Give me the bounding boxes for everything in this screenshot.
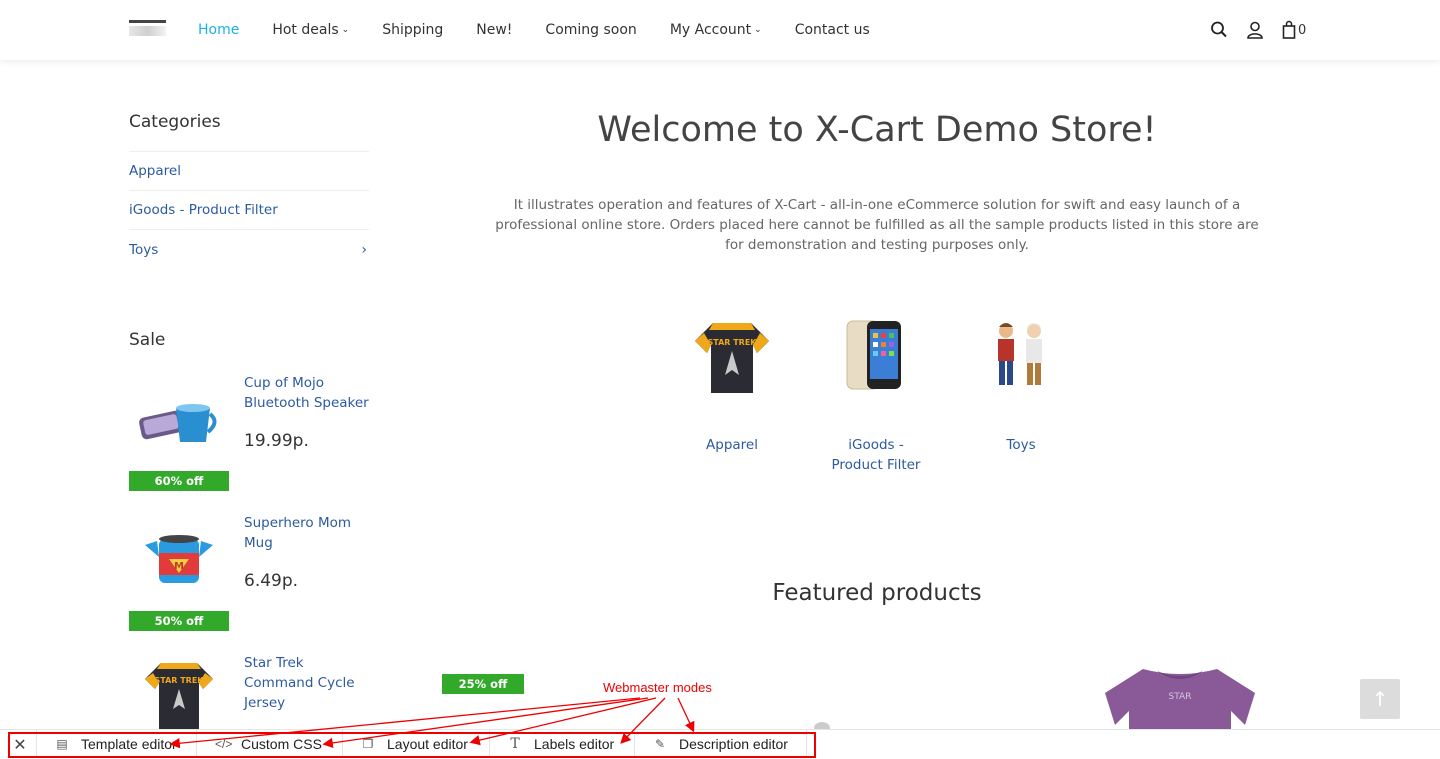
template-icon: ▤ bbox=[56, 737, 68, 751]
annotation-label: Webmaster modes bbox=[603, 680, 712, 695]
product-image[interactable] bbox=[129, 373, 229, 471]
nav-my-account[interactable]: My Account ⌄ bbox=[670, 20, 762, 42]
edit-icon: ✎ bbox=[654, 737, 666, 751]
button-label: Layout editor bbox=[387, 736, 468, 752]
category-image[interactable] bbox=[826, 305, 926, 405]
template-editor-button[interactable]: ▤ Template editor bbox=[36, 730, 177, 758]
categories-title: Categories bbox=[129, 112, 369, 152]
category-igoods[interactable]: iGoods - Product Filter bbox=[129, 191, 369, 230]
product-name-link[interactable]: Superhero Mom Mug bbox=[244, 513, 374, 553]
category-label: iGoods - Product Filter bbox=[129, 202, 278, 218]
sale-product: 60% off Cup of Mojo Bluetooth Speaker 19… bbox=[129, 373, 369, 503]
page-title: Welcome to X-Cart Demo Store! bbox=[597, 110, 1157, 150]
account-icon[interactable] bbox=[1246, 20, 1264, 40]
arrow-up-icon: ↑ bbox=[1371, 687, 1389, 711]
chevron-down-icon: ⌄ bbox=[754, 25, 762, 35]
category-toys[interactable]: Toys › bbox=[129, 230, 369, 269]
category-image[interactable] bbox=[971, 305, 1071, 405]
category-label: Apparel bbox=[129, 163, 181, 179]
nav-contact-us[interactable]: Contact us bbox=[795, 20, 870, 42]
close-icon[interactable]: ✕ bbox=[10, 735, 30, 755]
sale-product: STAR TREK Star Trek Command Cycle Jersey bbox=[129, 653, 369, 729]
discount-badge: 25% off bbox=[442, 674, 524, 694]
nav-coming-soon[interactable]: Coming soon bbox=[545, 20, 636, 42]
text-icon: T bbox=[510, 736, 520, 752]
product-price: 6.49р. bbox=[244, 571, 299, 591]
categories-block: Categories Apparel iGoods - Product Filt… bbox=[129, 112, 369, 269]
sale-product: M 50% off Superhero Mom Mug 6.49р. bbox=[129, 513, 369, 643]
category-tile-toys[interactable]: Toys bbox=[971, 305, 1071, 455]
svg-text:STAR TREK: STAR TREK bbox=[707, 338, 757, 347]
header-icons: 0 bbox=[1210, 20, 1306, 40]
nav-hot-deals[interactable]: Hot deals ⌄ bbox=[272, 20, 349, 42]
category-tile-apparel[interactable]: STAR TREK Apparel bbox=[682, 305, 782, 455]
main-nav: Home Hot deals ⌄ Shipping New! Coming soo… bbox=[198, 20, 903, 42]
chevron-down-icon: ⌄ bbox=[341, 25, 350, 35]
custom-css-button[interactable]: </> Custom CSS bbox=[196, 730, 322, 758]
product-name-link[interactable]: Cup of Mojo Bluetooth Speaker bbox=[244, 373, 374, 413]
featured-products-title: Featured products bbox=[772, 580, 982, 606]
button-label: Template editor bbox=[81, 736, 177, 752]
site-header: Home Hot deals ⌄ Shipping New! Coming soo… bbox=[0, 0, 1440, 60]
layout-editor-button[interactable]: ❐ Layout editor bbox=[342, 730, 468, 758]
product-image[interactable]: M bbox=[129, 513, 229, 611]
svg-text:STAR: STAR bbox=[1169, 692, 1192, 702]
discount-badge: 60% off bbox=[129, 471, 229, 491]
nav-home[interactable]: Home bbox=[198, 20, 239, 42]
category-tile-igoods[interactable]: iGoods - Product Filter bbox=[826, 305, 926, 475]
button-label: Custom CSS bbox=[241, 736, 322, 752]
code-icon: </> bbox=[215, 737, 233, 751]
cart-icon[interactable] bbox=[1282, 20, 1296, 40]
product-image[interactable]: STAR bbox=[1095, 665, 1265, 731]
category-image[interactable]: STAR TREK bbox=[682, 305, 782, 405]
button-label: Labels editor bbox=[534, 736, 615, 752]
button-label: Description editor bbox=[679, 736, 788, 752]
category-apparel[interactable]: Apparel bbox=[129, 152, 369, 191]
svg-text:STAR TREK: STAR TREK bbox=[154, 676, 204, 685]
labels-editor-button[interactable]: T Labels editor bbox=[489, 730, 614, 758]
back-to-top-button[interactable]: ↑ bbox=[1360, 679, 1400, 719]
intro-text: It illustrates operation and features of… bbox=[495, 197, 1259, 253]
product-image[interactable]: STAR TREK bbox=[129, 653, 229, 729]
category-tile-label[interactable]: iGoods - Product Filter bbox=[826, 435, 926, 475]
layout-icon: ❐ bbox=[362, 737, 374, 751]
store-logo[interactable] bbox=[129, 20, 166, 38]
sale-title: Sale bbox=[129, 330, 166, 350]
category-tile-label[interactable]: Apparel bbox=[682, 435, 782, 455]
nav-new[interactable]: New! bbox=[476, 20, 512, 42]
cart-count[interactable]: 0 bbox=[1298, 23, 1306, 38]
search-icon[interactable] bbox=[1210, 20, 1228, 40]
category-tile-label[interactable]: Toys bbox=[971, 435, 1071, 455]
category-label: Toys bbox=[129, 241, 159, 258]
product-name-link[interactable]: Star Trek Command Cycle Jersey bbox=[244, 653, 369, 713]
description-editor-button[interactable]: ✎ Description editor bbox=[634, 730, 807, 758]
product-price: 19.99р. bbox=[244, 431, 309, 451]
discount-badge: 50% off bbox=[129, 611, 229, 631]
chevron-right-icon[interactable]: › bbox=[361, 242, 367, 258]
nav-shipping[interactable]: Shipping bbox=[382, 20, 443, 42]
svg-text:M: M bbox=[174, 561, 184, 572]
